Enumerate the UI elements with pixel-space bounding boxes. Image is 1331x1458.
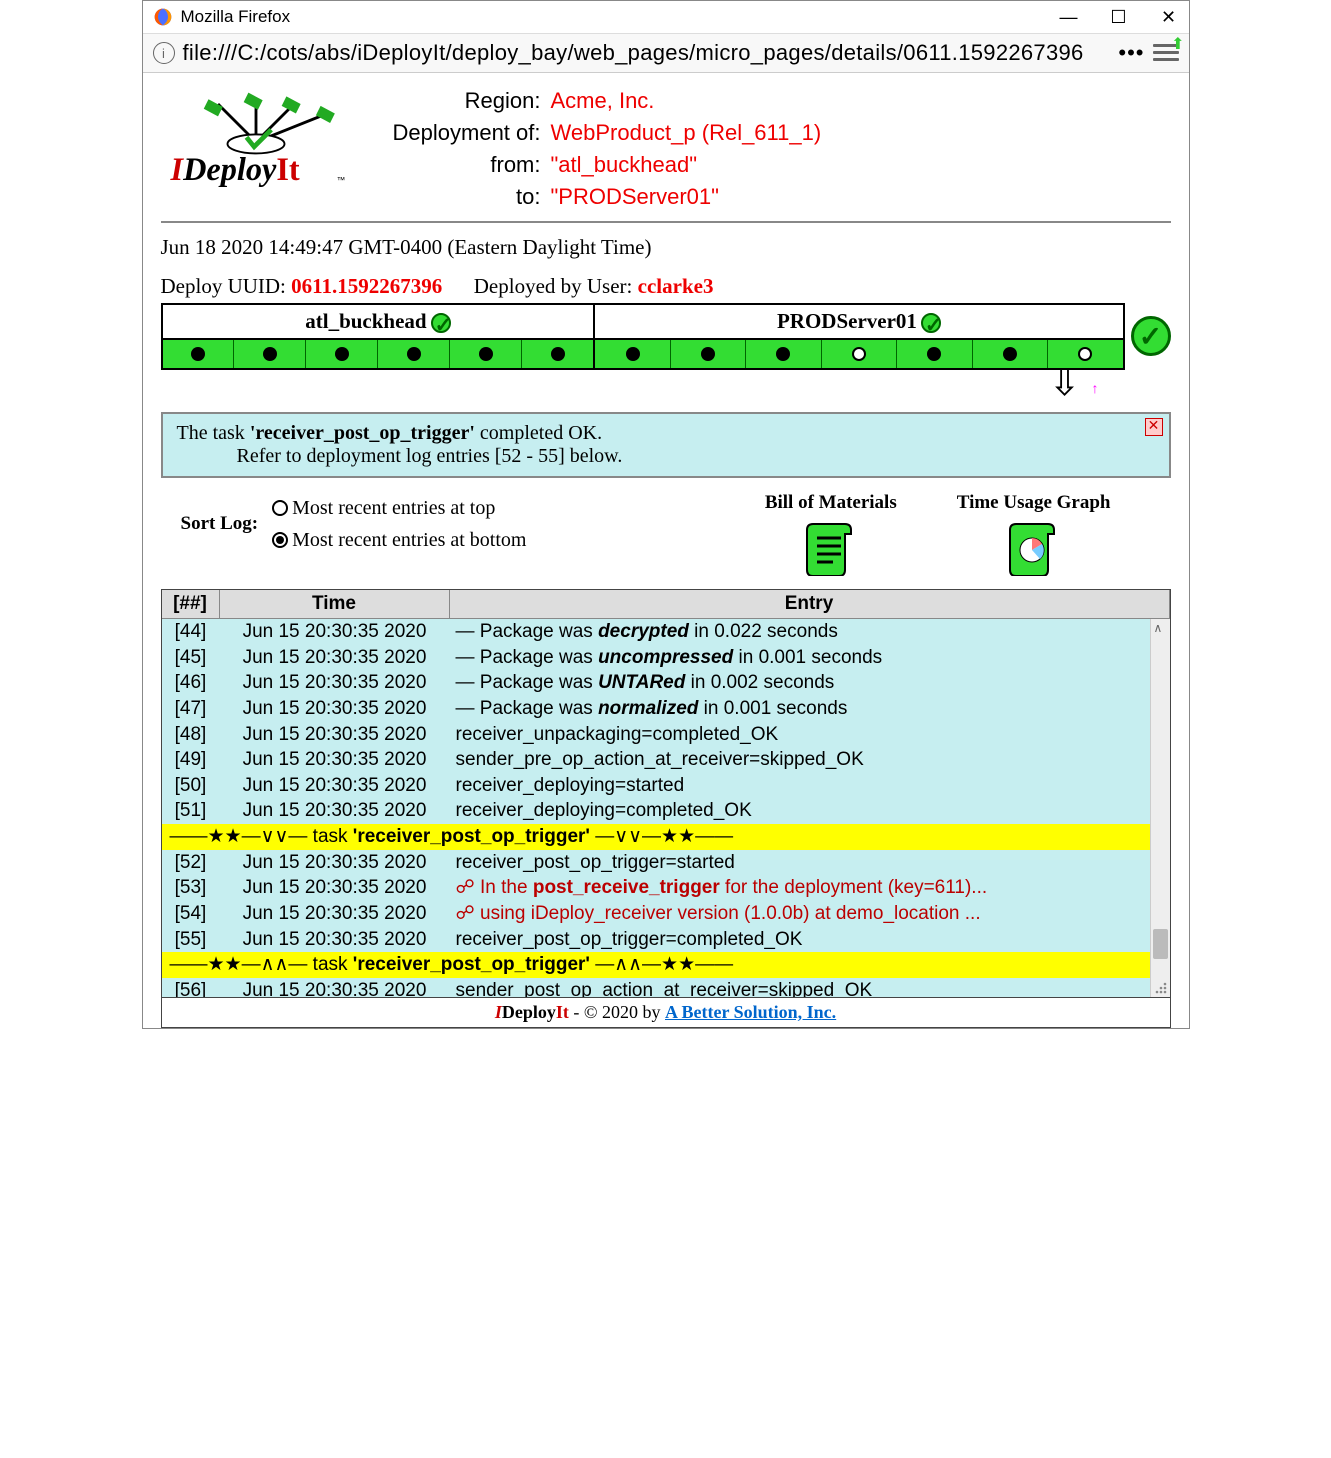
message-box: ✕ The task 'receiver_post_op_trigger' co… (161, 412, 1171, 478)
dot-filled-icon (551, 347, 565, 361)
check-icon (921, 313, 941, 333)
col-time-header[interactable]: Time (220, 590, 450, 618)
progress-cell[interactable] (234, 340, 306, 368)
from-value: "atl_buckhead" (551, 149, 698, 181)
dot-filled-icon (626, 347, 640, 361)
titlebar: Mozilla Firefox — ☐ ✕ (143, 1, 1189, 34)
progress-cell[interactable] (746, 340, 821, 368)
log-table: [##] Time Entry [44]Jun 15 20:30:35 2020… (161, 589, 1171, 998)
footer: IDeployIt - © 2020 by A Better Solution,… (161, 998, 1171, 1028)
url-field[interactable]: file:///C:/cots/abs/iDeployIt/deploy_bay… (183, 40, 1111, 66)
log-body[interactable]: [44]Jun 15 20:30:35 2020— Package was de… (162, 619, 1170, 997)
resize-grip-icon[interactable] (1154, 981, 1168, 995)
progress-cell[interactable] (163, 340, 235, 368)
bill-of-materials-link[interactable]: Bill of Materials (765, 492, 897, 581)
log-row: [54]Jun 15 20:30:35 2020☍ using iDeploy_… (162, 901, 1170, 927)
log-row: [46]Jun 15 20:30:35 2020— Package was UN… (162, 670, 1170, 696)
dot-filled-icon (776, 347, 790, 361)
pink-arrow-icon: ↑ (1092, 380, 1099, 396)
dot-filled-icon (407, 347, 421, 361)
col-num-header[interactable]: [##] (162, 590, 220, 618)
maximize-button[interactable]: ☐ (1109, 7, 1129, 27)
dot-filled-icon (191, 347, 205, 361)
progress-cell[interactable] (1048, 340, 1122, 368)
deploy-uuid: 0611.1592267396 (291, 274, 442, 298)
progress-cell[interactable] (378, 340, 450, 368)
sort-top-radio[interactable]: Most recent entries at top (272, 492, 526, 524)
chart-icon (1006, 520, 1062, 576)
dot-filled-icon (927, 347, 941, 361)
scroll-up-icon[interactable]: ∧ (1154, 621, 1163, 635)
firefox-icon (153, 7, 173, 27)
svg-text:IDeployIt: IDeployIt (169, 151, 299, 187)
progress-cell[interactable] (306, 340, 378, 368)
progress-right-label: PRODServer01 (777, 309, 917, 333)
log-row: [53]Jun 15 20:30:35 2020☍ In the post_re… (162, 875, 1170, 901)
dot-filled-icon (479, 347, 493, 361)
dot-empty-icon (852, 347, 866, 361)
to-value: "PRODServer01" (551, 181, 719, 213)
progress-cell[interactable] (450, 340, 522, 368)
dot-filled-icon (335, 347, 349, 361)
address-bar: i file:///C:/cots/abs/iDeployIt/deploy_b… (143, 34, 1189, 73)
log-row: [52]Jun 15 20:30:35 2020receiver_post_op… (162, 850, 1170, 876)
log-separator: ——★★—∨∨— task 'receiver_post_op_trigger'… (162, 824, 1170, 850)
timestamp: Jun 18 2020 14:49:47 GMT-0400 (Eastern D… (161, 235, 1171, 260)
footer-link[interactable]: A Better Solution, Inc. (665, 1002, 836, 1022)
close-button[interactable]: ✕ (1159, 7, 1179, 27)
log-row: [47]Jun 15 20:30:35 2020— Package was no… (162, 696, 1170, 722)
message-close-button[interactable]: ✕ (1145, 418, 1163, 436)
log-row: [51]Jun 15 20:30:35 2020receiver_deployi… (162, 798, 1170, 824)
window-title: Mozilla Firefox (181, 7, 1059, 27)
scrollbar[interactable]: ∧ (1150, 619, 1170, 997)
down-arrow-icon: ⇩ (161, 368, 1171, 398)
dot-filled-icon (701, 347, 715, 361)
progress-left-label: atl_buckhead (305, 309, 426, 333)
log-row: [45]Jun 15 20:30:35 2020— Package was un… (162, 645, 1170, 671)
site-info-icon[interactable]: i (153, 42, 175, 64)
progress-cell[interactable] (822, 340, 897, 368)
to-label: to: (371, 181, 551, 213)
progress-cell[interactable] (897, 340, 972, 368)
region-label: Region: (371, 85, 551, 117)
log-row: [48]Jun 15 20:30:35 2020receiver_unpacka… (162, 722, 1170, 748)
log-row: [50]Jun 15 20:30:35 2020receiver_deployi… (162, 773, 1170, 799)
document-icon (803, 520, 859, 576)
from-label: from: (371, 149, 551, 181)
progress-cell[interactable] (671, 340, 746, 368)
progress-cell[interactable] (522, 340, 593, 368)
log-row: [49]Jun 15 20:30:35 2020sender_pre_op_ac… (162, 747, 1170, 773)
overall-check-icon: ✓ (1131, 316, 1171, 356)
minimize-button[interactable]: — (1059, 7, 1079, 27)
col-entry-header[interactable]: Entry (450, 590, 1170, 618)
page-actions-icon[interactable]: ••• (1118, 40, 1144, 66)
dot-empty-icon (1078, 347, 1092, 361)
deployment-of-label: Deployment of: (371, 117, 551, 149)
log-row: [55]Jun 15 20:30:35 2020receiver_post_op… (162, 927, 1170, 953)
check-icon (431, 313, 451, 333)
region-value: Acme, Inc. (551, 85, 655, 117)
hamburger-menu-icon[interactable]: ⬆ (1153, 40, 1179, 66)
progress-cell[interactable] (595, 340, 670, 368)
deployment-of-value: WebProduct_p (Rel_611_1) (551, 117, 822, 149)
sort-log-label: Sort Log: (181, 513, 259, 535)
scroll-thumb[interactable] (1153, 929, 1168, 959)
log-separator: ——★★—∧∧— task 'receiver_post_op_trigger'… (162, 952, 1170, 978)
progress-cell[interactable] (973, 340, 1048, 368)
log-row: [44]Jun 15 20:30:35 2020— Package was de… (162, 619, 1170, 645)
log-row: [56]Jun 15 20:30:35 2020sender_post_op_a… (162, 978, 1170, 997)
ideployit-logo: IDeployIt ™ (161, 85, 351, 195)
uuid-row: Deploy UUID: 0611.1592267396 Deployed by… (161, 274, 1171, 299)
dot-filled-icon (1003, 347, 1017, 361)
time-usage-graph-link[interactable]: Time Usage Graph (957, 492, 1111, 581)
sort-bottom-radio[interactable]: Most recent entries at bottom (272, 524, 526, 556)
deployed-by-user: cclarke3 (638, 274, 714, 298)
progress-table: atl_buckhead PRODServer01 (161, 303, 1125, 370)
dot-filled-icon (263, 347, 277, 361)
svg-text:™: ™ (336, 175, 345, 185)
